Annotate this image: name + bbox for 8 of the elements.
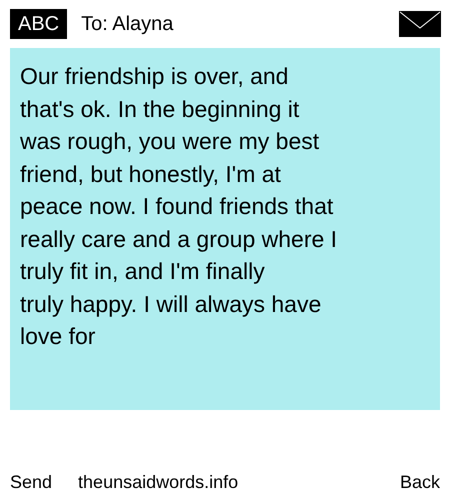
back-softkey[interactable]: Back xyxy=(400,472,440,493)
message-text-area[interactable] xyxy=(10,48,440,410)
message-text: Our friendship is over, and that's ok. In the beginning it was rough, you were my best friend, but honestly, I'm at peace now. I found friends that really care and a group where I truly fit in, and I'm finally truly happy. I will always have love for xyxy=(20,62,338,351)
website-label: theunsaidwords.info xyxy=(78,472,238,493)
send-softkey[interactable]: Send xyxy=(10,472,52,493)
envelope-icon xyxy=(399,11,441,37)
recipient-label: To: Alayna xyxy=(81,12,174,36)
input-mode-badge: ABC xyxy=(10,9,68,39)
